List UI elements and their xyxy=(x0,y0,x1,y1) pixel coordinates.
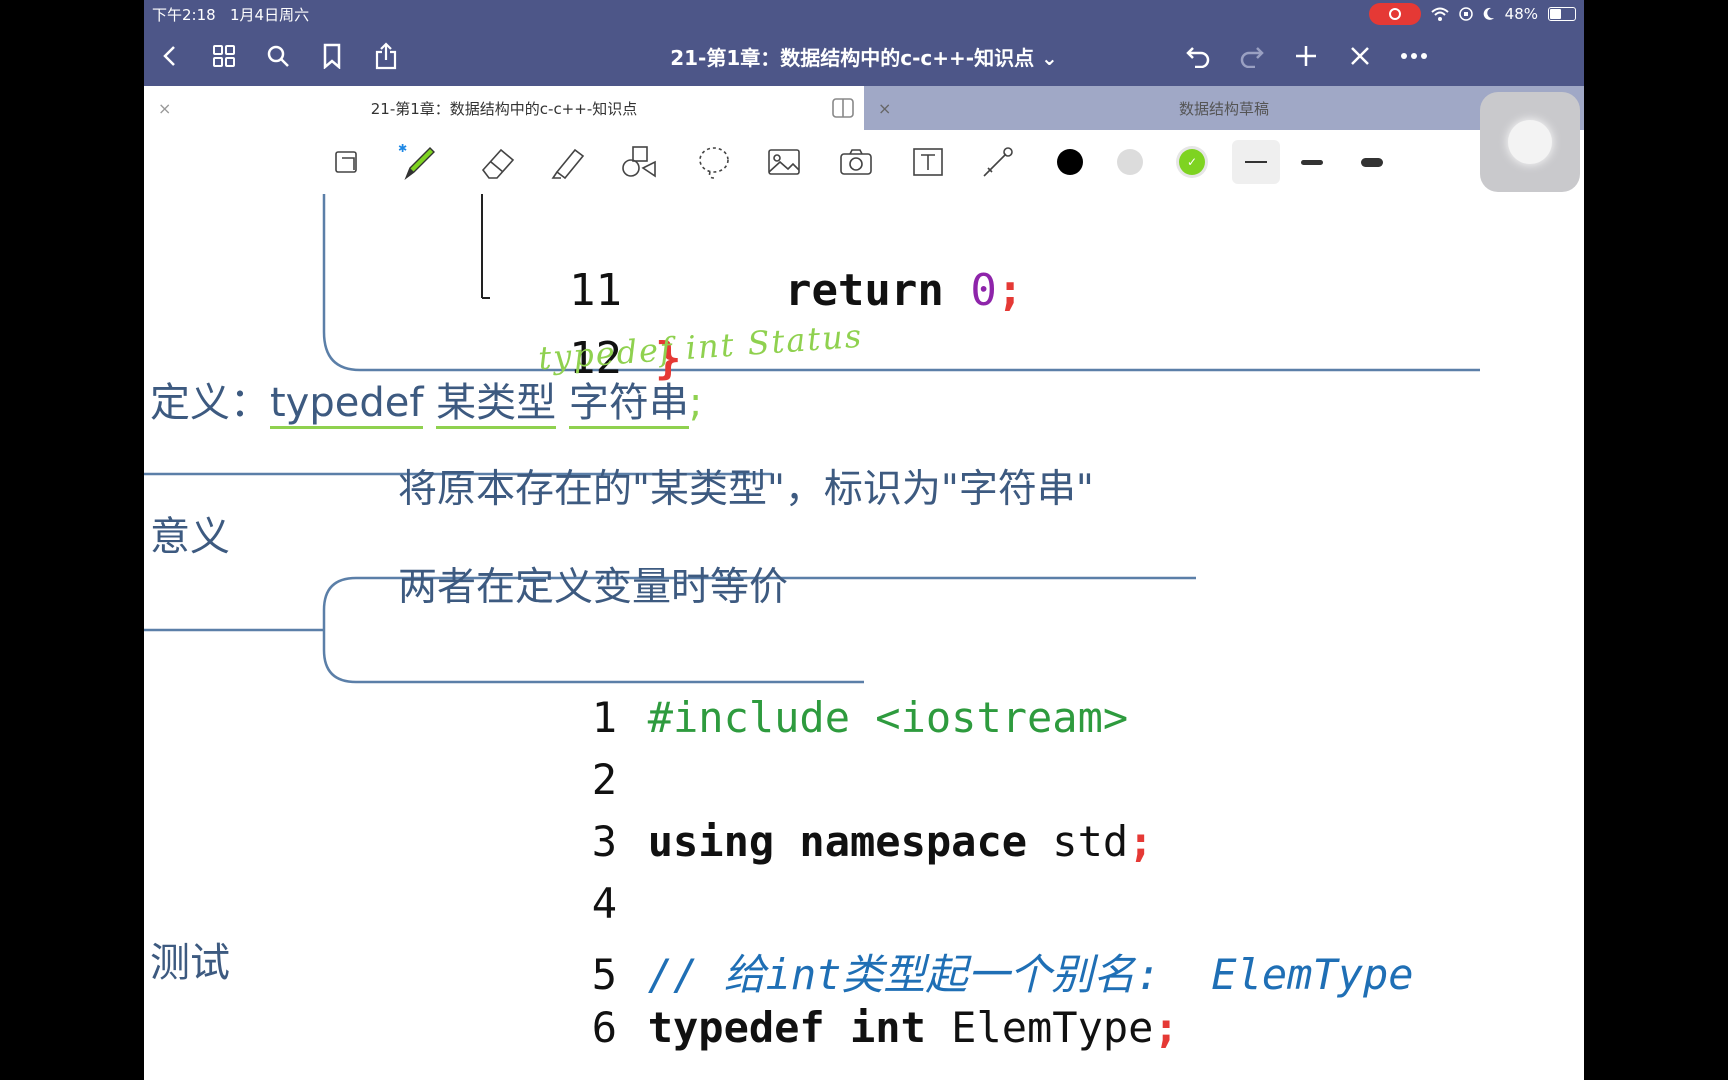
status-left: 下午2:18 1月4日周六 xyxy=(152,4,309,25)
test-label: 测试 xyxy=(150,940,230,986)
status-time: 下午2:18 xyxy=(152,6,216,24)
close-icon[interactable] xyxy=(1344,40,1376,72)
color-swatch-green[interactable]: ✓ xyxy=(1172,144,1212,180)
tab-label: 21-第1章：数据结构中的c-c++-知识点 xyxy=(370,99,638,118)
type-word: 某类型 xyxy=(436,380,557,429)
more-icon[interactable] xyxy=(1398,40,1430,72)
code-semicolon: ; xyxy=(996,265,1024,316)
pen-icon[interactable]: ✱ xyxy=(398,142,438,181)
line-width-bar xyxy=(1301,159,1323,165)
color-dot xyxy=(1117,149,1143,175)
assistive-touch-button[interactable] xyxy=(1480,92,1580,192)
line-number: 6 xyxy=(591,1003,618,1052)
semicolon-mark: ; xyxy=(688,380,703,426)
line-width-bar xyxy=(1361,157,1383,167)
code-text: std xyxy=(1027,817,1129,866)
color-dot-selected: ✓ xyxy=(1179,149,1205,175)
color-dot xyxy=(1057,149,1083,175)
line-width-thin[interactable] xyxy=(1232,140,1280,184)
nav-bar: 21-第1章：数据结构中的c-c++-知识点 ⌄ xyxy=(144,26,1584,86)
split-view-icon[interactable] xyxy=(832,98,854,118)
typedef-keyword: typedef xyxy=(270,380,424,429)
line-width-bar xyxy=(1245,161,1267,163)
code-semicolon: ; xyxy=(1153,1003,1179,1052)
app-screen: 下午2:18 1月4日周六 48% 21-第1章：数据结构中的c-c++-知识点… xyxy=(144,0,1584,1080)
redo-icon[interactable] xyxy=(1236,40,1268,72)
text-icon[interactable] xyxy=(908,144,948,180)
shapes-icon[interactable] xyxy=(620,144,660,180)
camera-icon[interactable] xyxy=(836,144,876,180)
alias-word: 字符串 xyxy=(568,380,689,429)
code-line-6: 6 typedef int ElemType; xyxy=(440,954,1179,1080)
code-number: 0 xyxy=(970,265,997,316)
line-width-medium[interactable] xyxy=(1292,144,1332,180)
code-semicolon: ; xyxy=(1128,817,1154,866)
tab-label: 数据结构草稿 xyxy=(1178,99,1269,118)
lasso-page-icon[interactable] xyxy=(327,144,367,180)
code-keyword: typedef int xyxy=(647,1003,926,1052)
definition-line: 定义：typedef 某类型 字符串; xyxy=(150,370,703,429)
drawing-toolbar: ✱ ✓ xyxy=(144,130,1584,195)
meaning-line-1: 将原本存在的"某类型"，标识为"字符串" xyxy=(398,467,1094,512)
status-bar: 下午2:18 1月4日周六 48% xyxy=(144,0,1584,26)
note-page[interactable]: 11 return 0; 12} typedef int Status 定义：ty… xyxy=(144,194,1584,1080)
tab-chapter1[interactable]: × 21-第1章：数据结构中的c-c++-知识点 xyxy=(144,86,864,130)
eraser-icon[interactable] xyxy=(478,144,518,180)
code-keyword: return xyxy=(784,265,944,316)
code-keyword: using namespace xyxy=(647,817,1028,866)
color-swatch-black[interactable] xyxy=(1050,144,1090,180)
meaning-line-2: 两者在定义变量时等价 xyxy=(398,565,789,610)
status-right: 48% xyxy=(1368,3,1576,25)
moon-icon xyxy=(1483,7,1494,20)
svg-text:✱: ✱ xyxy=(398,142,407,155)
status-date: 1月4日周六 xyxy=(230,6,310,24)
image-icon[interactable] xyxy=(764,144,804,180)
wifi-icon xyxy=(1430,7,1449,21)
definition-label: 定义： xyxy=(150,380,270,426)
assistive-touch-dot xyxy=(1508,120,1552,164)
code-include: #include <iostream> xyxy=(647,693,1129,742)
lasso-icon[interactable] xyxy=(694,144,734,180)
screen-recording-icon[interactable] xyxy=(1368,3,1421,25)
highlighter-icon[interactable] xyxy=(548,144,588,180)
undo-icon[interactable] xyxy=(1182,40,1214,72)
color-swatch-gray[interactable] xyxy=(1110,144,1150,180)
tab-draft[interactable]: × 数据结构草稿 xyxy=(864,86,1584,130)
line-width-thick[interactable] xyxy=(1352,144,1392,180)
battery-percent: 48% xyxy=(1504,5,1538,23)
battery-icon xyxy=(1548,7,1576,21)
meaning-label: 意义 xyxy=(150,514,230,560)
laser-icon[interactable] xyxy=(978,144,1018,180)
tab-bar: × 21-第1章：数据结构中的c-c++-知识点 × 数据结构草稿 xyxy=(144,86,1584,130)
orientation-lock-icon xyxy=(1458,7,1473,21)
code-text: ElemType xyxy=(925,1003,1154,1052)
plus-icon[interactable] xyxy=(1290,40,1322,72)
